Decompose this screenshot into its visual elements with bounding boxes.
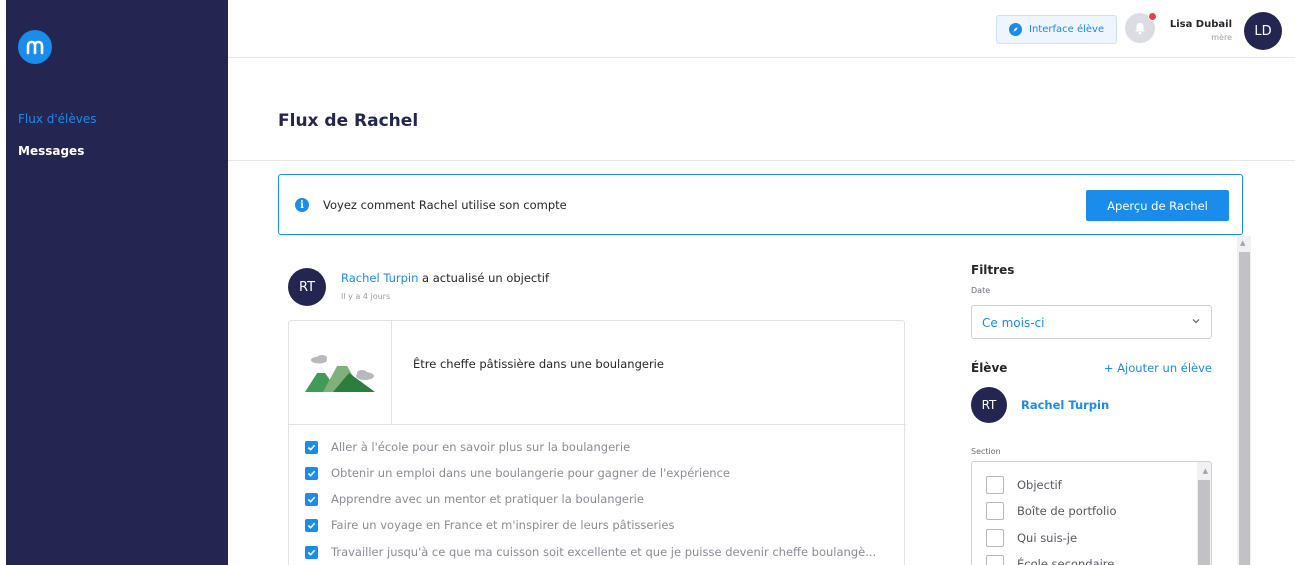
compass-icon	[1009, 23, 1022, 36]
section-scrollbar-thumb[interactable]	[1198, 480, 1210, 565]
goal-image-cell	[289, 321, 392, 424]
section-option-label: Boîte de portfolio	[1017, 504, 1117, 518]
section-option-label: Qui suis-je	[1017, 531, 1078, 545]
user-avatar[interactable]: LD	[1244, 12, 1282, 50]
task-text: Travailler jusqu'à ce que ma cuisson soi…	[331, 545, 877, 559]
info-banner: i Voyez comment Rachel utilise son compt…	[278, 174, 1243, 235]
notification-badge	[1148, 12, 1157, 21]
checkbox[interactable]	[986, 555, 1004, 565]
feed-author-link[interactable]: Rachel Turpin	[341, 271, 418, 285]
section-option-who-am-i[interactable]: Qui suis-je	[986, 529, 1077, 547]
checkmark-icon	[305, 545, 318, 559]
checkmark-icon	[305, 518, 318, 532]
checkbox[interactable]	[986, 529, 1004, 547]
feed-item-header: Rachel Turpin a actualisé un objectif	[341, 271, 549, 285]
section-option-label: Objectif	[1017, 478, 1062, 492]
task-item[interactable]: Aller à l'école pour en savoir plus sur …	[305, 440, 630, 454]
date-filter-value: Ce mois-ci	[982, 316, 1045, 330]
section-option-portfolio[interactable]: Boîte de portfolio	[986, 502, 1116, 520]
goal-title[interactable]: Être cheffe pâtissière dans une boulange…	[413, 357, 664, 371]
feed-timestamp: Il y a 4 jours	[341, 292, 391, 301]
page-title: Flux de Rachel	[278, 111, 419, 131]
section-filter-list: Objectif Boîte de portfolio Qui suis-je …	[971, 461, 1212, 565]
main-scrollbar-thumb[interactable]	[1239, 252, 1250, 565]
add-student-link[interactable]: + Ajouter un élève	[1101, 361, 1212, 375]
divider	[228, 160, 1295, 161]
preview-student-button[interactable]: Aperçu de Rachel	[1086, 190, 1229, 221]
date-filter-label: Date	[971, 286, 991, 295]
info-icon: i	[295, 198, 309, 212]
sidebar-item-messages[interactable]: Messages	[18, 144, 84, 158]
scroll-up-arrow-icon[interactable]: ▲	[1240, 239, 1245, 247]
chevron-down-icon	[1192, 319, 1200, 324]
task-item[interactable]: Obtenir un emploi dans une boulangerie p…	[305, 466, 730, 480]
task-text: Obtenir un emploi dans une boulangerie p…	[331, 466, 730, 480]
filters-heading: Filtres	[971, 263, 1015, 277]
user-name[interactable]: Lisa Dubail	[1160, 19, 1232, 30]
student-interface-button[interactable]: Interface élève	[996, 15, 1117, 44]
feed-author-avatar: RT	[288, 268, 326, 306]
app-logo-icon[interactable]	[18, 30, 52, 64]
task-text: Aller à l'école pour en savoir plus sur …	[331, 440, 631, 454]
mountains-illustration-icon	[305, 355, 375, 392]
student-name-link[interactable]: Rachel Turpin	[1021, 398, 1109, 412]
app-root: Flux d'élèves Messages Interface élève L…	[0, 0, 1295, 565]
checkbox[interactable]	[986, 476, 1004, 494]
student-interface-label: Interface élève	[1029, 24, 1105, 35]
sidebar-item-student-feed[interactable]: Flux d'élèves	[18, 112, 97, 126]
task-item[interactable]: Apprendre avec un mentor et pratiquer la…	[305, 492, 644, 506]
sidebar: Flux d'élèves Messages	[6, 0, 228, 565]
section-option-label: École secondaire	[1017, 557, 1115, 565]
section-filter-label: Section	[971, 447, 1001, 456]
task-item[interactable]: Faire un voyage en France et m'inspirer …	[305, 518, 674, 532]
card-divider	[289, 424, 906, 425]
section-option-goal[interactable]: Objectif	[986, 476, 1062, 494]
checkbox[interactable]	[986, 502, 1004, 520]
section-option-high-school[interactable]: École secondaire	[986, 555, 1114, 565]
student-filter-heading: Élève	[971, 361, 1008, 375]
checkmark-icon	[305, 440, 318, 454]
task-text: Apprendre avec un mentor et pratiquer la…	[331, 492, 644, 506]
banner-text: Voyez comment Rachel utilise son compte	[323, 198, 567, 212]
checkmark-icon	[305, 466, 318, 480]
user-role: mère	[1211, 33, 1232, 42]
checkmark-icon	[305, 492, 318, 506]
goal-card: Être cheffe pâtissière dans une boulange…	[288, 320, 906, 565]
task-text: Faire un voyage en France et m'inspirer …	[331, 518, 675, 532]
task-item[interactable]: Travailler jusqu'à ce que ma cuisson soi…	[305, 545, 876, 559]
student-avatar: RT	[971, 387, 1007, 423]
feed-action-text: a actualisé un objectif	[418, 271, 550, 285]
date-filter-select[interactable]: Ce mois-ci	[971, 305, 1212, 339]
scroll-up-arrow-icon[interactable]: ▲	[1203, 467, 1208, 475]
